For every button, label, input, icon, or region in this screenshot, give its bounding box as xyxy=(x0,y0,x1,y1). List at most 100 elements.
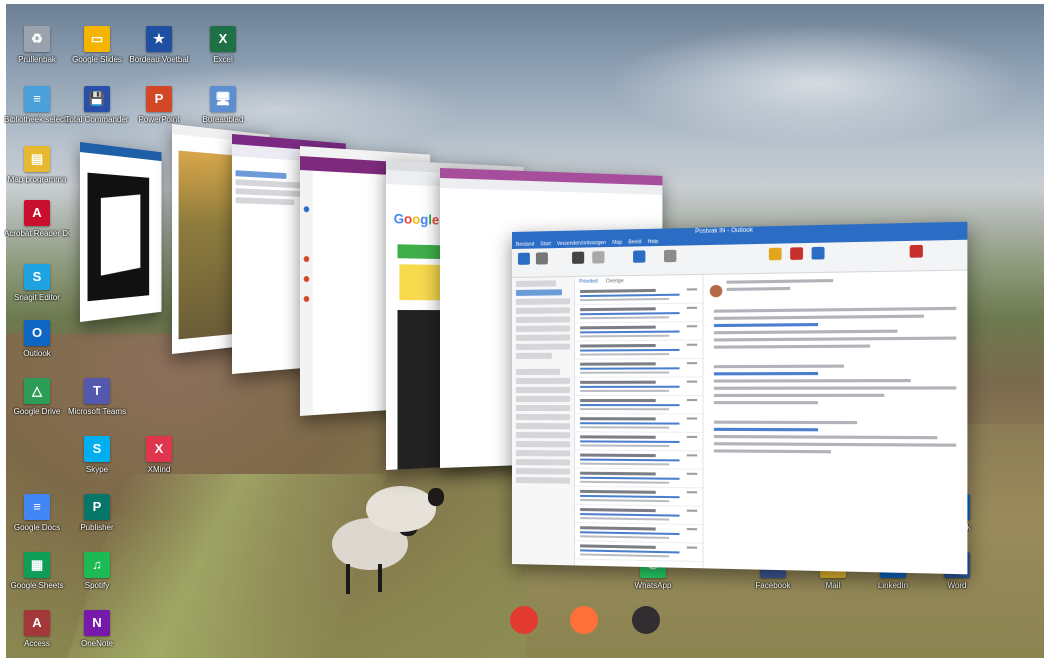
desktop-shortcut[interactable]: X XMind xyxy=(126,436,192,474)
obs-icon[interactable] xyxy=(632,606,660,634)
teams-icon: T xyxy=(84,378,110,404)
outlook-tab[interactable]: Help xyxy=(648,238,659,246)
list-item[interactable] xyxy=(575,395,703,415)
desktop-shortcut-icon: 🖥 xyxy=(210,86,236,112)
snagit-bottom-icon[interactable] xyxy=(510,606,538,634)
outlook-folder-pane xyxy=(512,276,576,566)
window-snagit[interactable] xyxy=(80,142,162,322)
list-item[interactable] xyxy=(575,432,703,452)
outlook-icon: O xyxy=(24,320,50,346)
list-item[interactable] xyxy=(575,414,703,433)
window-outlook[interactable]: Postvak IN - Outlook Bestand Start Verzend… xyxy=(512,221,968,575)
window-snagit-canvas xyxy=(87,172,150,302)
list-item[interactable] xyxy=(575,541,703,563)
desktop-shortcut-label: Snagit Editor xyxy=(14,293,60,302)
desktop-shortcut[interactable]: A Access xyxy=(4,610,70,648)
recycle-bin-icon: ♻ xyxy=(24,26,50,52)
google-drive-icon: △ xyxy=(24,378,50,404)
desktop-shortcut[interactable]: N OneNote xyxy=(64,610,130,648)
snagit-icon: S xyxy=(24,264,50,290)
sheep-image xyxy=(332,486,444,604)
desktop-shortcut[interactable]: 🖥 Bureaublad xyxy=(190,86,256,124)
firefox-icon[interactable] xyxy=(570,606,598,634)
desktop-shortcut[interactable]: S Skype xyxy=(64,436,130,474)
desktop-shortcut[interactable]: ♻ Prullenbak xyxy=(4,26,70,64)
onenote-icon: N xyxy=(84,610,110,636)
desktop-shortcut-label: Microsoft Teams xyxy=(67,407,127,416)
desktop-shortcut-label: Facebook xyxy=(755,581,791,590)
list-item[interactable] xyxy=(575,468,703,489)
desktop-shortcut[interactable]: 💾 Total Commander xyxy=(64,86,130,124)
desktop-shortcut[interactable]: △ Google Drive xyxy=(4,378,70,416)
outlook-reading-pane xyxy=(703,270,968,575)
desktop-shortcut[interactable]: ▭ Google Slides xyxy=(64,26,130,64)
desktop-shortcut[interactable]: S Snagit Editor xyxy=(4,264,70,302)
desktop-shortcut-label: PowerPoint xyxy=(138,115,180,124)
desktop-screen: ♻ Prullenbak ▭ Google Slides ★ Bordeau Voetba… xyxy=(0,0,1044,658)
list-item[interactable] xyxy=(575,322,703,342)
desktop-shortcut-label: Total Commander xyxy=(65,115,129,124)
desktop-shortcut-label: Acrobat Reader DC xyxy=(4,229,70,238)
tab-prioriteit[interactable]: Prioriteit xyxy=(579,277,598,287)
desktop-shortcut-label: Skype xyxy=(85,465,109,474)
desktop-shortcut[interactable]: ≡ Bibliotheek selecteren xyxy=(4,86,70,124)
desktop-shortcut-label: Google Slides xyxy=(72,55,122,64)
desktop-shortcut-label: Mail xyxy=(825,581,841,590)
outlook-tab[interactable]: Map xyxy=(612,239,622,247)
list-item[interactable] xyxy=(575,377,703,396)
desktop-shortcut-label: Map programma xyxy=(7,175,67,184)
spotify-icon: ♫ xyxy=(84,552,110,578)
tab-overige[interactable]: Overige xyxy=(606,276,624,286)
desktop-shortcut-label: Publisher xyxy=(80,523,114,532)
desktop-shortcut-label: LinkedIn xyxy=(877,581,909,590)
desktop-shortcut-label: OneNote xyxy=(80,639,114,648)
desktop-shortcut[interactable]: T Microsoft Teams xyxy=(64,378,130,416)
desktop-shortcut[interactable]: ★ Bordeau Voetbal xyxy=(126,26,192,64)
desktop-shortcut[interactable]: ▦ Google Sheets xyxy=(4,552,70,590)
excel-icon: X xyxy=(210,26,236,52)
desktop-shortcut-label: Google Docs xyxy=(13,523,61,532)
desktop-shortcut-label: XMind xyxy=(147,465,171,474)
desktop-shortcut[interactable]: P Publisher xyxy=(64,494,130,532)
list-item[interactable] xyxy=(575,303,703,324)
desktop-shortcut-label: Outlook xyxy=(23,349,51,358)
list-item[interactable] xyxy=(575,486,703,507)
xmind-icon: X xyxy=(146,436,172,462)
list-item[interactable] xyxy=(575,450,703,470)
folder-icon: ▤ xyxy=(24,146,50,172)
google-logo: Google xyxy=(393,210,440,228)
wallpaper-cloud xyxy=(606,24,1026,144)
desktop-shortcut[interactable]: A Acrobat Reader DC xyxy=(4,200,70,238)
list-item[interactable] xyxy=(575,504,703,526)
list-item[interactable] xyxy=(575,340,703,360)
desktop-shortcut[interactable]: X Excel xyxy=(190,26,256,64)
powerpoint-icon: P xyxy=(146,86,172,112)
outlook-tab[interactable]: Beeld xyxy=(628,238,641,246)
avatar xyxy=(709,284,723,298)
list-item[interactable] xyxy=(575,285,703,306)
google-slides-icon: ▭ xyxy=(84,26,110,52)
skype-icon: S xyxy=(84,436,110,462)
desktop-shortcut-label: Spotify xyxy=(84,581,110,590)
desktop-shortcut-label: Bibliotheek selecteren xyxy=(4,115,70,124)
desktop-shortcut[interactable]: P PowerPoint xyxy=(126,86,192,124)
total-commander-icon: 💾 xyxy=(84,86,110,112)
outlook-message-list: Prioriteit Overige xyxy=(575,274,704,569)
access-icon: A xyxy=(24,610,50,636)
desktop-shortcut-label: Word xyxy=(947,581,967,590)
library-icon: ≡ xyxy=(24,86,50,112)
outlook-tab[interactable]: Start xyxy=(540,240,551,248)
google-docs-icon: ≡ xyxy=(24,494,50,520)
desktop-shortcut-label: Prullenbak xyxy=(18,55,56,64)
acrobat-icon: A xyxy=(24,200,50,226)
desktop-shortcut-label: Excel xyxy=(213,55,233,64)
desktop-shortcut-label: Google Sheets xyxy=(10,581,64,590)
desktop-shortcut[interactable]: ▤ Map programma xyxy=(4,146,70,184)
desktop-shortcut[interactable]: ≡ Google Docs xyxy=(4,494,70,532)
google-sheets-icon: ▦ xyxy=(24,552,50,578)
desktop-shortcut-label: Bordeau Voetbal xyxy=(129,55,189,64)
outlook-title-text: Postvak IN - Outlook xyxy=(695,227,753,236)
desktop-shortcut[interactable]: O Outlook xyxy=(4,320,70,358)
desktop-shortcut[interactable]: ♫ Spotify xyxy=(64,552,130,590)
list-item[interactable] xyxy=(575,359,703,378)
